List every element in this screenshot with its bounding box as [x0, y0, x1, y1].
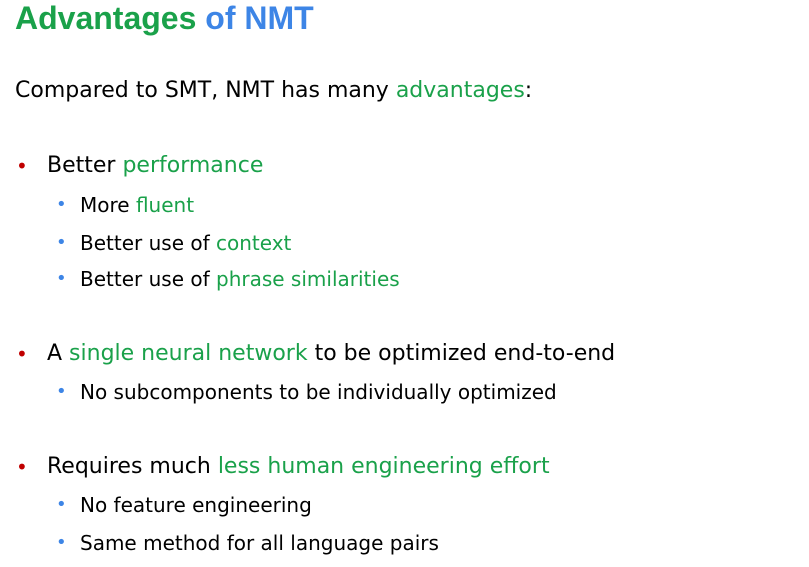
- subbullet-pre: Better use of: [80, 267, 216, 291]
- subbullet-pre: More: [80, 193, 136, 217]
- blue-bullet-icon: •: [56, 232, 67, 253]
- bullet-pre: A: [47, 341, 70, 366]
- intro-highlight: advantages: [395, 78, 525, 103]
- title-part-advantages: Advantages: [15, 0, 197, 36]
- slide-title: Advantages of NMT: [15, 0, 314, 36]
- bullet-post: to be optimized end-to-end: [307, 341, 616, 366]
- subbullet-pre: Better use of: [80, 231, 216, 255]
- subbullet-no-subcomponents: • No subcomponents to be individually opt…: [56, 379, 557, 405]
- bullet-highlight: single neural network: [69, 341, 308, 366]
- subbullet-highlight: fluent: [135, 193, 195, 217]
- subbullet-more-fluent: • More fluent: [56, 192, 195, 218]
- title-part-of-nmt: of NMT: [196, 0, 314, 36]
- subbullet-text: Same method for all language pairs: [80, 531, 439, 555]
- intro-post: :: [524, 78, 533, 103]
- intro-line: Compared to SMT, NMT has many advantages…: [15, 76, 532, 106]
- subbullet-highlight: phrase similarities: [216, 267, 400, 291]
- subbullet-highlight: context: [216, 231, 292, 255]
- bullet-highlight: less human engineering effort: [217, 454, 550, 479]
- bullet-single-neural-network: • A single neural network to be optimized…: [16, 339, 616, 369]
- blue-bullet-icon: •: [56, 268, 67, 289]
- subbullet-text: No feature engineering: [80, 493, 312, 517]
- red-bullet-icon: •: [16, 154, 28, 178]
- subbullet-context: • Better use of context: [56, 230, 292, 256]
- blue-bullet-icon: •: [56, 532, 67, 553]
- blue-bullet-icon: •: [56, 381, 67, 402]
- bullet-pre: Requires much: [47, 454, 218, 479]
- subbullet-no-feature-engineering: • No feature engineering: [56, 492, 312, 518]
- blue-bullet-icon: •: [56, 194, 67, 215]
- red-bullet-icon: •: [16, 342, 28, 366]
- subbullet-same-method: • Same method for all language pairs: [56, 530, 439, 556]
- red-bullet-icon: •: [16, 455, 28, 479]
- bullet-better-performance: • Better performance: [16, 151, 264, 181]
- bullet-pre: Better: [47, 153, 123, 178]
- subbullet-phrase-similarities: • Better use of phrase similarities: [56, 266, 400, 292]
- bullet-less-human-engineering: • Requires much less human engineering ef…: [16, 452, 550, 482]
- blue-bullet-icon: •: [56, 494, 67, 515]
- subbullet-text: No subcomponents to be individually opti…: [80, 380, 557, 404]
- bullet-highlight: performance: [122, 153, 264, 178]
- intro-pre: Compared to SMT, NMT has many: [15, 78, 396, 103]
